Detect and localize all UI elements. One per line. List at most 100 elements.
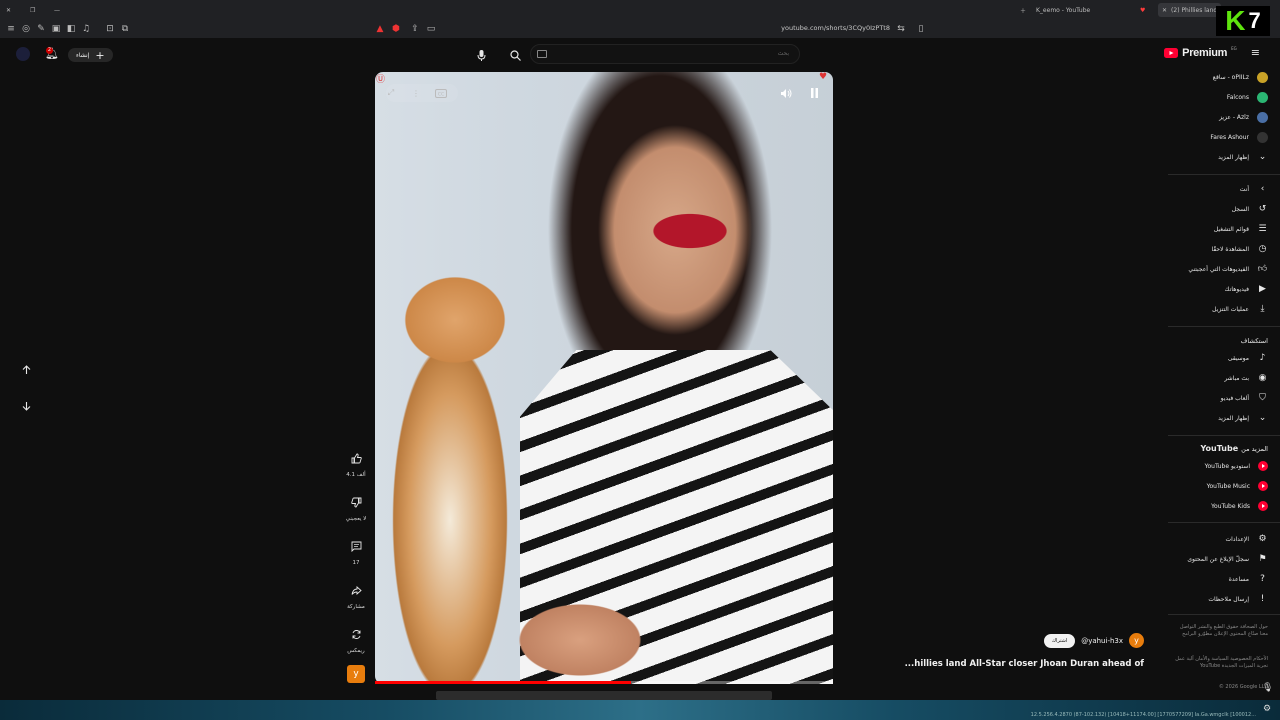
sidebar-item-subscription[interactable]: Falcons: [1227, 88, 1268, 106]
arrow-up-icon: [22, 365, 30, 374]
search-button[interactable]: [506, 46, 524, 64]
footer-links-secondary[interactable]: الأحكام الخصوصية السياسة والأمان آلية عم…: [1173, 656, 1268, 670]
sidebar-item-settings[interactable]: الإعدادات ⚙: [1226, 530, 1268, 548]
sidebar-item-youtube-music[interactable]: YouTube Music: [1207, 477, 1268, 495]
footer-links-primary[interactable]: حول الصحافة حقوق الطبع والنشر التواصل مع…: [1173, 624, 1268, 638]
sidebar-item-your-videos[interactable]: فيديوهاتك ▶: [1225, 280, 1268, 298]
sidebar-item-liked-videos[interactable]: الفيديوهات التي أعجبتني 👍︎: [1188, 260, 1268, 278]
new-tab-button[interactable]: ＋: [1020, 3, 1026, 17]
tab-keemo[interactable]: K_eemo - YouTube: [1036, 3, 1090, 17]
sidebar-show-more[interactable]: إظهار المزيد ⌄: [1218, 148, 1268, 166]
expand-icon[interactable]: ⤢: [380, 82, 402, 104]
dislike-button[interactable]: [345, 491, 367, 513]
sidebar-item-label: مساعدة: [1228, 575, 1249, 583]
comments-action[interactable]: 17: [344, 535, 368, 566]
screenshot-icon[interactable]: ⊡: [105, 24, 115, 34]
sidebar-item-gaming[interactable]: ألعاب فيديو ⛉: [1221, 389, 1268, 407]
sidebar-item-subscription[interactable]: ساقع - oPIILz: [1213, 68, 1268, 86]
adblock-icon[interactable]: ▲: [375, 24, 385, 34]
search-input[interactable]: بحث: [530, 44, 800, 64]
sound-channel-avatar[interactable]: y: [347, 665, 365, 683]
close-tab-icon[interactable]: ✕: [1162, 7, 1167, 14]
guide-menu-icon[interactable]: ≡: [1251, 46, 1260, 59]
copyright: © 2026 Google LLC: [1218, 684, 1268, 690]
tab-title: K_eemo - YouTube: [1036, 6, 1091, 14]
menu-icon[interactable]: ≡: [6, 24, 16, 34]
sidebar-icon[interactable]: ◧: [66, 24, 76, 34]
sidebar-item-subscription[interactable]: عزيز - Azlz: [1219, 108, 1268, 126]
close-window-icon[interactable]: ✕: [6, 3, 11, 17]
comments-button[interactable]: [345, 535, 367, 557]
logo-text: Premium: [1182, 46, 1228, 59]
sidebar-divider: [1168, 435, 1280, 436]
like-button[interactable]: [345, 447, 367, 469]
restore-window-icon[interactable]: ❐: [30, 3, 35, 17]
pause-icon: [810, 88, 818, 98]
dislike-action[interactable]: لا يعجبني: [344, 491, 368, 522]
sidebar-item-downloads[interactable]: عمليات التنزيل ⤓: [1212, 300, 1268, 318]
previous-short-button[interactable]: [16, 360, 36, 380]
minimize-window-icon[interactable]: —: [54, 3, 60, 17]
sidebar-item-youtube-kids[interactable]: YouTube Kids: [1211, 497, 1268, 515]
location-icon[interactable]: ◎: [21, 24, 31, 34]
shield-icon[interactable]: ⬢: [391, 24, 401, 34]
address-row: [0, 21, 1280, 38]
more-options-icon[interactable]: ⋮: [405, 82, 427, 104]
subscription-label: ساقع - oPIILz: [1212, 73, 1249, 81]
sidebar-item-watch-later[interactable]: المشاهدة لاحقًا ◷: [1211, 240, 1268, 258]
svg-text:CC: CC: [438, 91, 444, 97]
voice-search-icon[interactable]: [473, 47, 489, 63]
address-bar[interactable]: youtube.com/shorts/3CQy0IzPTt8: [781, 24, 890, 32]
video-progress-bar[interactable]: [375, 681, 833, 684]
share-action[interactable]: مشاركة: [344, 579, 368, 610]
show-more-label: إظهار المزيد: [1218, 153, 1249, 161]
channel-avatar: [1257, 71, 1268, 83]
channel-name[interactable]: @yahui-h3x: [1081, 637, 1123, 645]
translate-icon[interactable]: ⇆: [896, 24, 906, 34]
youtube-logo[interactable]: Premium EG ≡: [1164, 46, 1260, 59]
sidebar-show-more[interactable]: إظهار المزيد ⌄: [1218, 409, 1268, 427]
notification-badge: 2: [46, 47, 53, 54]
sidebar-divider: [1168, 326, 1280, 327]
account-avatar[interactable]: [16, 47, 30, 61]
sidebar-item-feedback[interactable]: إرسال ملاحظات !: [1208, 590, 1268, 608]
music-note-icon[interactable]: ♫: [81, 24, 91, 34]
chevron-left-icon: ‹: [1260, 184, 1265, 194]
sidebar-item-music[interactable]: موسيقى ♪: [1228, 349, 1268, 367]
next-short-button[interactable]: [16, 396, 36, 416]
share-page-icon[interactable]: ⇪: [410, 24, 420, 34]
subscribe-button[interactable]: اشتراك: [1043, 633, 1076, 648]
sidebar-item-playlists[interactable]: قوائم التشغيل ☰: [1214, 220, 1268, 238]
downloads-icon: ⤓: [1260, 304, 1265, 314]
remix-button[interactable]: [345, 623, 367, 645]
pause-button[interactable]: [803, 82, 825, 104]
reader-icon[interactable]: ▭: [426, 24, 436, 34]
channel-avatar[interactable]: y: [1129, 633, 1144, 648]
like-action[interactable]: 4.1 ألف: [344, 447, 368, 478]
sidebar-item-live[interactable]: بث مباشر ◉: [1224, 369, 1268, 387]
tab-active[interactable]: ✕ (2) Phillies land: [1158, 3, 1222, 17]
create-button[interactable]: إنشاء +: [68, 48, 113, 62]
sidebar-item-report-history[interactable]: سجلّ الإبلاغ عن المحتوى ⚑: [1187, 550, 1268, 568]
youtube-kids-icon: [1258, 501, 1268, 511]
volume-button[interactable]: [775, 82, 797, 104]
sidebar-item-help[interactable]: مساعدة ?: [1229, 570, 1268, 588]
sidebar-item-subscription[interactable]: Fares Ashour: [1210, 128, 1268, 146]
microphone-icon[interactable]: 🎙︎: [1262, 683, 1273, 693]
window-icon[interactable]: ▣: [51, 24, 61, 34]
sidebar-item-youtube-studio[interactable]: YouTube استوديو: [1205, 457, 1268, 475]
remix-action[interactable]: ريمكس: [344, 623, 368, 654]
sidebar-section-you[interactable]: أنت ‹: [1240, 180, 1268, 198]
captions-button[interactable]: CC: [430, 82, 452, 104]
keyboard-icon[interactable]: [537, 50, 547, 58]
youtube-studio-icon: [1258, 461, 1268, 471]
extension-icon[interactable]: ⧉: [120, 24, 130, 34]
sidebar-item-label: الفيديوهات التي أعجبتني: [1188, 265, 1249, 273]
sidebar-item-history[interactable]: السجل ↺: [1232, 200, 1268, 218]
pen-icon[interactable]: ✎: [36, 24, 46, 34]
short-title[interactable]: ...hillies land All-Star closer Jhoan Du…: [905, 659, 1144, 669]
bookmark-icon[interactable]: ▯: [916, 24, 926, 34]
settings-gear-icon[interactable]: ⚙: [1263, 704, 1271, 714]
share-button[interactable]: [345, 579, 367, 601]
playlists-icon: ☰: [1258, 224, 1267, 234]
